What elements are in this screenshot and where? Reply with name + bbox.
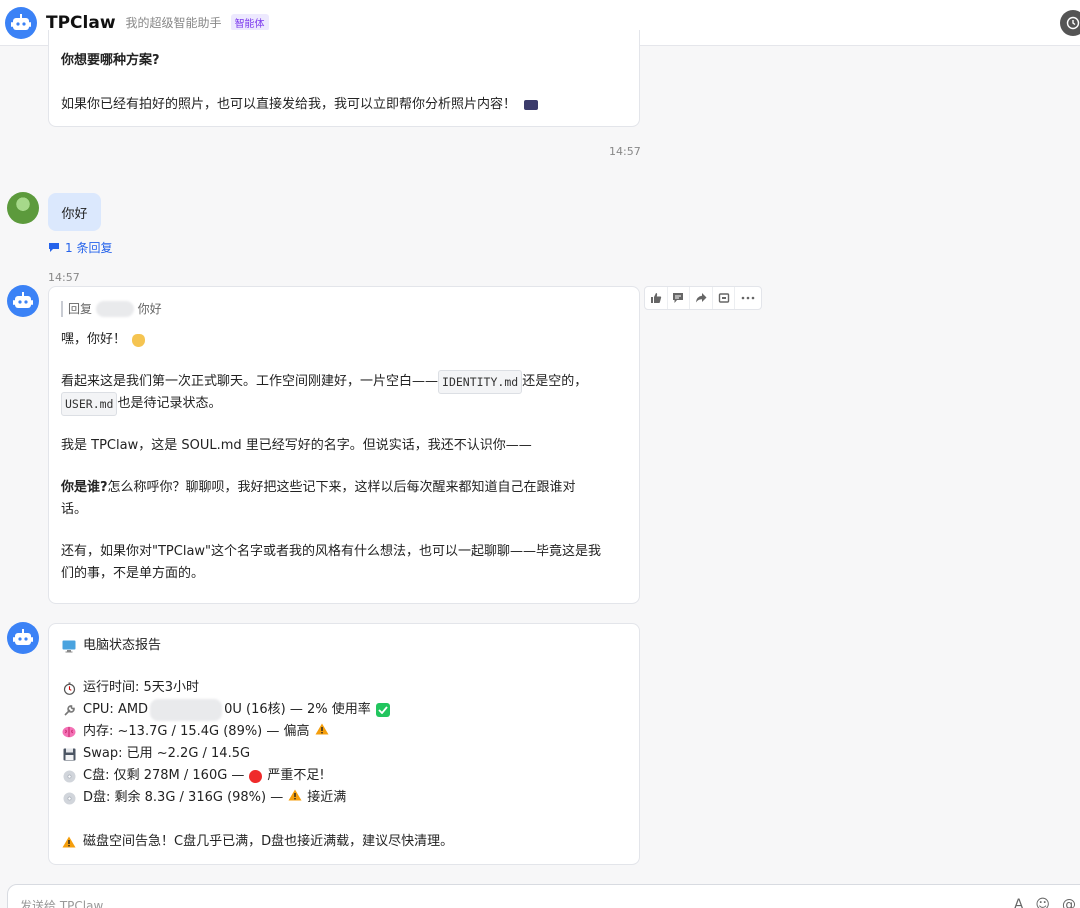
wave-icon — [132, 333, 146, 347]
paragraph-2c: 也是待记录状态。 — [117, 396, 222, 411]
emoji-icon[interactable]: ☺ — [1035, 897, 1050, 908]
user-avatar — [7, 192, 39, 224]
comment-button[interactable] — [668, 287, 691, 309]
message-time: 14:57 — [609, 145, 641, 158]
paragraph-5-line2: 们的事，不是单方面的。 — [61, 566, 205, 581]
message-bubble-reply: 回复 你好 嘿，你好！ 看起来这是我们第一次正式聊天。工作空间刚建好，一片空白—… — [48, 286, 640, 604]
disk-icon — [61, 790, 77, 806]
paragraph-4-line1: 怎么称呼你？聊聊呗，我好把这些记下来，这样以后每次醒来都知道自己在跟谁对 — [107, 480, 576, 495]
message-bubble-previous: 你想要哪种方案? 如果你已经有拍好的照片，也可以直接发给我，我可以立即帮你分析照… — [48, 30, 640, 127]
warning-icon — [61, 834, 77, 850]
message-input[interactable] — [20, 899, 920, 908]
save-icon — [718, 293, 729, 303]
user-message-bubble: 你好 — [48, 193, 101, 231]
camera-icon — [524, 100, 539, 110]
more-icon — [741, 296, 755, 300]
mention-icon[interactable]: @ — [1062, 897, 1076, 908]
previous-heading: 你想要哪种方案? — [61, 53, 160, 68]
paragraph-3: 我是 TPClaw，这是 SOUL.md 里已经写好的名字。但说实话，我还不认识… — [61, 438, 532, 453]
stopwatch-icon — [61, 680, 77, 696]
paragraph-2b: 还是空的， — [522, 374, 588, 389]
status-title: 电脑状态报告 — [83, 638, 162, 653]
forward-icon — [696, 293, 707, 303]
like-button[interactable] — [645, 287, 668, 309]
greeting-text: 嘿，你好！ — [61, 332, 127, 347]
inline-code: IDENTITY.md — [438, 370, 523, 394]
robot-icon — [13, 629, 33, 645]
text-format-icon[interactable]: A — [1014, 897, 1024, 908]
reply-count: 1 条回复 — [65, 241, 113, 255]
thread-replies-link[interactable]: 1 条回复 — [48, 239, 112, 256]
brain-icon — [61, 724, 77, 740]
status-swap: Swap: 已用 ~2.2G / 14.5G — [83, 746, 251, 761]
robot-icon — [11, 13, 31, 30]
paragraph-2a: 看起来这是我们第一次正式聊天。工作空间刚建好，一片空白—— — [61, 374, 439, 389]
message-bubble-status: 电脑状态报告 运行时间: 5天3小时 CPU: AMD 0U (16核) — 2… — [48, 623, 640, 865]
check-icon — [375, 703, 390, 717]
paragraph-5-line1: 还有，如果你对"TPClaw"这个名字或者我的风格有什么想法，也可以一起聊聊——… — [61, 544, 602, 559]
paragraph-4-line2: 话。 — [61, 502, 88, 517]
status-memory: 内存: ~13.7G / 15.4G (89%) — 偏高 — [83, 724, 310, 739]
status-d-drive-alert: 接近满 — [307, 790, 347, 805]
quote-suffix: 你好 — [137, 301, 162, 316]
warning-icon — [315, 721, 329, 743]
message-time: 14:57 — [48, 271, 80, 284]
status-d-drive: D盘: 剩余 8.3G / 316G (98%) — — [83, 790, 284, 805]
message-composer: A ☺ @ — [7, 884, 1080, 908]
previous-text: 如果你已经有拍好的照片，也可以直接发给我，我可以立即帮你分析照片内容！ — [61, 97, 517, 112]
disk-icon — [61, 768, 77, 784]
warning-icon — [288, 787, 302, 809]
computer-icon — [61, 638, 77, 654]
status-cpu-prefix: CPU: AMD — [83, 702, 149, 717]
thumbs-up-icon — [650, 293, 661, 303]
redacted-name — [95, 301, 134, 318]
message-actions — [644, 286, 762, 310]
status-warning: 磁盘空间告急！C盘几乎已满，D盘也接近满载，建议尽快清理。 — [83, 834, 454, 849]
status-c-drive: C盘: 仅剩 278M / 160G — — [83, 768, 245, 783]
status-uptime: 运行时间: 5天3小时 — [83, 680, 200, 695]
forward-button[interactable] — [690, 287, 713, 309]
history-button[interactable] — [1060, 10, 1080, 36]
floppy-disk-icon — [61, 746, 77, 762]
status-cpu-suffix: 0U (16核) — 2% 使用率 — [224, 702, 371, 717]
bot-avatar — [5, 6, 37, 39]
agent-badge: 智能体 — [230, 14, 269, 31]
reply-quote: 回复 你好 — [61, 300, 162, 318]
red-circle-icon — [249, 769, 263, 783]
bot-avatar — [7, 622, 39, 654]
quote-prefix: 回复 — [68, 301, 93, 316]
user-message-text: 你好 — [61, 206, 88, 222]
redacted-cpu-model — [150, 699, 223, 721]
inline-code: USER.md — [61, 392, 118, 416]
robot-icon — [13, 292, 33, 308]
comment-icon — [673, 293, 684, 303]
save-button[interactable] — [713, 287, 736, 309]
wrench-icon — [61, 702, 77, 718]
history-icon — [1066, 16, 1080, 30]
app-subtitle: 我的超级智能助手 — [125, 16, 222, 30]
comment-icon — [49, 243, 59, 252]
more-button[interactable] — [735, 287, 761, 309]
status-c-drive-alert: 严重不足! — [267, 768, 325, 783]
bot-avatar — [7, 285, 39, 317]
paragraph-4-bold: 你是谁? — [61, 480, 108, 495]
